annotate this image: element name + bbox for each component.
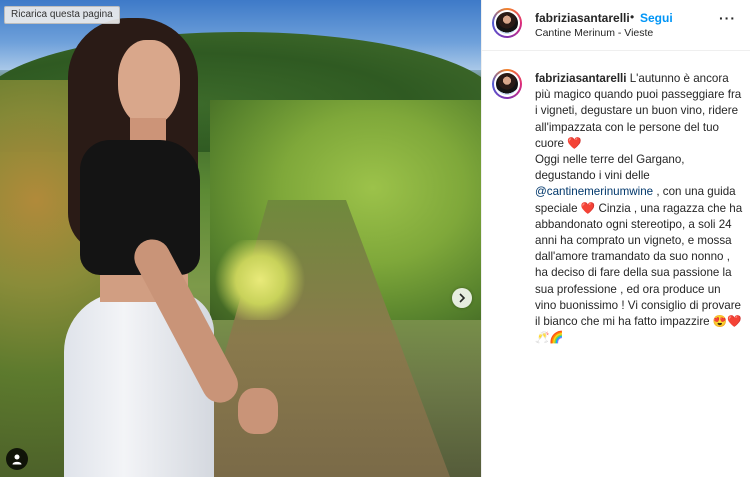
user-tag-icon (12, 454, 22, 465)
reload-page-button[interactable]: Ricarica questa pagina (4, 6, 120, 24)
post-sidebar: fabriziasantarelli • Segui Cantine Merin… (481, 0, 750, 477)
separator-dot: • (630, 10, 635, 24)
follow-button[interactable]: Segui (640, 11, 673, 25)
post-caption: fabriziasantarelli L'autunno è ancora pi… (535, 71, 745, 346)
header-username[interactable]: fabriziasantarelli (535, 11, 630, 25)
location-link[interactable]: Cantine Merinum - Vieste (535, 27, 653, 39)
chevron-right-icon (459, 293, 466, 303)
avatar-image (496, 73, 518, 95)
caption-text-2: Oggi nelle terre del Gargano, degustando… (535, 153, 685, 183)
caption-text-3b: Cinzia , una ragazza che ha abbandonato … (535, 201, 743, 329)
woman-hand (238, 388, 278, 434)
heart-emoji: ❤️ (580, 201, 596, 215)
tagged-users-button[interactable] (6, 448, 28, 470)
caption-avatar[interactable] (492, 69, 522, 99)
avatar-image (496, 12, 518, 34)
post-header: fabriziasantarelli • Segui Cantine Merin… (482, 0, 750, 51)
post-photo: Ricarica questa pagina (0, 0, 481, 477)
wildflowers (215, 240, 305, 320)
caption-username[interactable]: fabriziasantarelli (535, 72, 627, 85)
more-options-icon[interactable]: ··· (719, 10, 741, 26)
next-photo-button[interactable] (452, 288, 472, 308)
header-avatar[interactable] (492, 8, 522, 38)
woman-face (118, 40, 180, 126)
mention-link[interactable]: @cantinemerinumwine (535, 185, 653, 198)
heart-emoji: ❤️ (567, 136, 582, 150)
